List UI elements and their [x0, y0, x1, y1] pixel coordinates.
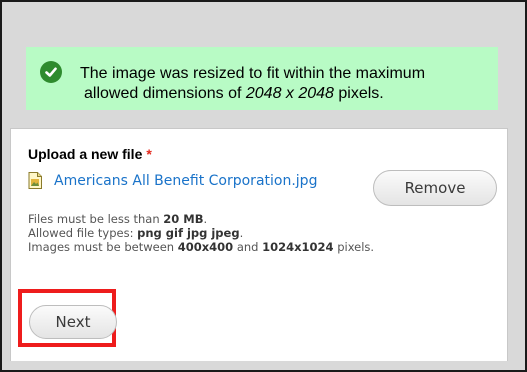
remove-button[interactable]: Remove	[373, 170, 497, 206]
size-limit: Files must be less than 20 MB.	[28, 212, 208, 226]
status-message-text: The image was resized to fit within the …	[80, 64, 490, 104]
upload-label: Upload a new file *	[28, 146, 152, 162]
image-file-icon	[28, 172, 42, 189]
file-name-link[interactable]: Americans All Benefit Corporation.jpg	[54, 173, 317, 189]
check-circle-icon	[40, 61, 62, 83]
dimension-limits: Images must be between 400x400 and 1024x…	[28, 240, 375, 254]
max-dimensions: 2048 x 2048	[245, 85, 334, 102]
uploaded-file: Americans All Benefit Corporation.jpg	[28, 172, 317, 189]
allowed-types: Allowed file types: png gif jpg jpeg.	[28, 226, 244, 240]
upload-help-text: Files must be less than 20 MB. Allowed f…	[28, 212, 374, 254]
status-line-2: allowed dimensions of 2048 x 2048 pixels…	[84, 85, 384, 102]
status-message: The image was resized to fit within the …	[26, 47, 498, 110]
next-button[interactable]: Next	[29, 305, 117, 339]
status-line-1: The image was resized to fit within the …	[80, 65, 426, 82]
required-mark: *	[146, 146, 152, 162]
